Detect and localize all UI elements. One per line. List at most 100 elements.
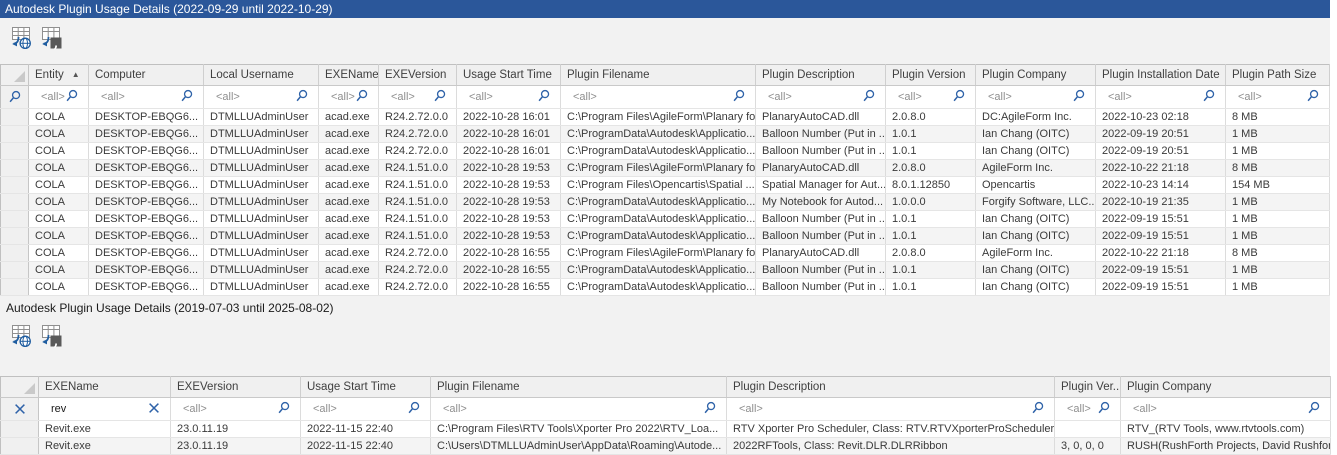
cell-plugin-filename[interactable]: C:\ProgramData\Autodesk\Applicatio... <box>561 228 756 245</box>
cell-plugin-company[interactable]: Ian Chang (OITC) <box>976 211 1096 228</box>
cell-exename[interactable]: Revit.exe <box>39 438 171 455</box>
cell-entity[interactable]: COLA <box>29 279 89 296</box>
filter-input[interactable]: <all> <box>463 86 556 108</box>
cell-usage-start-time[interactable]: 2022-10-28 19:53 <box>457 177 561 194</box>
cell-plugin-company[interactable]: Ian Chang (OITC) <box>976 262 1096 279</box>
filter-cell-exeversion[interactable]: <all> <box>379 86 457 109</box>
column-header-plugin-filename[interactable]: Plugin Filename <box>561 65 756 86</box>
cell-plugin-company[interactable]: AgileForm Inc. <box>976 160 1096 177</box>
cell-local-username[interactable]: DTMLLUAdminUser <box>204 109 319 126</box>
cell-plugin-description[interactable]: Balloon Number (Put in ... <box>756 279 886 296</box>
search-icon[interactable] <box>732 89 746 106</box>
cell-plugin-version[interactable]: 1.0.1 <box>886 126 976 143</box>
cell-entity[interactable]: COLA <box>29 245 89 262</box>
row-indicator[interactable] <box>1 245 29 262</box>
filter-cell-entity[interactable]: <all> <box>29 86 89 109</box>
filter-cell-plugin-filename[interactable]: <all> <box>561 86 756 109</box>
cell-plugin-path-size[interactable]: 8 MB <box>1226 245 1330 262</box>
cell-plugin-installation-date[interactable]: 2022-09-19 15:51 <box>1096 279 1226 296</box>
search-icon[interactable] <box>537 89 551 106</box>
export-table-data-icon[interactable]: , <box>38 323 64 349</box>
cell-local-username[interactable]: DTMLLUAdminUser <box>204 245 319 262</box>
table-row[interactable]: COLADESKTOP-EBQG6...DTMLLUAdminUseracad.… <box>1 160 1330 177</box>
cell-computer[interactable]: DESKTOP-EBQG6... <box>89 245 204 262</box>
cell-plugin-path-size[interactable]: 1 MB <box>1226 194 1330 211</box>
cell-plugin-description[interactable]: RTV Xporter Pro Scheduler, Class: RTV.RT… <box>727 421 1055 438</box>
cell-computer[interactable]: DESKTOP-EBQG6... <box>89 126 204 143</box>
select-all-corner[interactable] <box>1 377 39 398</box>
search-icon[interactable] <box>703 401 717 418</box>
cell-plugin-description[interactable]: Balloon Number (Put in ... <box>756 126 886 143</box>
cell-plugin-version[interactable]: 1.0.1 <box>886 211 976 228</box>
cell-usage-start-time[interactable]: 2022-10-28 19:53 <box>457 211 561 228</box>
filter-input[interactable]: <all> <box>35 86 84 108</box>
search-icon[interactable] <box>277 401 291 418</box>
cell-plugin-description[interactable]: PlanaryAutoCAD.dll <box>756 160 886 177</box>
search-icon[interactable] <box>1097 401 1111 418</box>
clear-all-filters-button[interactable] <box>1 398 39 421</box>
row-indicator[interactable] <box>1 109 29 126</box>
table-row[interactable]: COLADESKTOP-EBQG6...DTMLLUAdminUseracad.… <box>1 177 1330 194</box>
cell-plugin-version[interactable]: 2.0.8.0 <box>886 109 976 126</box>
filter-input[interactable]: <all> <box>307 398 426 420</box>
cell-exename[interactable]: Revit.exe <box>39 421 171 438</box>
filter-input[interactable]: <all> <box>325 86 374 108</box>
cell-usage-start-time[interactable]: 2022-10-28 16:01 <box>457 143 561 160</box>
cell-plugin-installation-date[interactable]: 2022-09-19 15:51 <box>1096 262 1226 279</box>
filter-cell-plugin-filename[interactable]: <all> <box>431 398 727 421</box>
filter-cell-plugin-company[interactable]: <all> <box>976 86 1096 109</box>
cell-plugin-company[interactable]: Ian Chang (OITC) <box>976 143 1096 160</box>
cell-plugin-version[interactable]: 1.0.0.0 <box>886 194 976 211</box>
cell-plugin-path-size[interactable]: 8 MB <box>1226 160 1330 177</box>
column-header-plugin-description[interactable]: Plugin Description <box>756 65 886 86</box>
cell-plugin-path-size[interactable]: 8 MB <box>1226 109 1330 126</box>
filter-cell-computer[interactable]: <all> <box>89 86 204 109</box>
column-header-usage-start-time[interactable]: Usage Start Time <box>301 377 431 398</box>
cell-plugin-version[interactable]: 2.0.8.0 <box>886 160 976 177</box>
search-icon[interactable] <box>952 89 966 106</box>
cell-computer[interactable]: DESKTOP-EBQG6... <box>89 211 204 228</box>
cell-plugin-path-size[interactable]: 1 MB <box>1226 143 1330 160</box>
cell-plugin-path-size[interactable]: 1 MB <box>1226 262 1330 279</box>
table-row[interactable]: COLADESKTOP-EBQG6...DTMLLUAdminUseracad.… <box>1 109 1330 126</box>
cell-computer[interactable]: DESKTOP-EBQG6... <box>89 194 204 211</box>
cell-exename[interactable]: acad.exe <box>319 177 379 194</box>
filter-input[interactable]: <all> <box>1127 398 1326 420</box>
column-header-exename[interactable]: EXEName <box>39 377 171 398</box>
cell-plugin-filename[interactable]: C:\ProgramData\Autodesk\Applicatio... <box>561 279 756 296</box>
cell-usage-start-time[interactable]: 2022-10-28 16:01 <box>457 109 561 126</box>
table-row[interactable]: COLADESKTOP-EBQG6...DTMLLUAdminUseracad.… <box>1 245 1330 262</box>
cell-local-username[interactable]: DTMLLUAdminUser <box>204 194 319 211</box>
cell-exename[interactable]: acad.exe <box>319 279 379 296</box>
cell-plugin-description[interactable]: Balloon Number (Put in ... <box>756 143 886 160</box>
cell-plugin-filename[interactable]: C:\ProgramData\Autodesk\Applicatio... <box>561 194 756 211</box>
cell-usage-start-time[interactable]: 2022-10-28 19:53 <box>457 160 561 177</box>
cell-local-username[interactable]: DTMLLUAdminUser <box>204 160 319 177</box>
cell-computer[interactable]: DESKTOP-EBQG6... <box>89 262 204 279</box>
cell-exename[interactable]: acad.exe <box>319 245 379 262</box>
cell-plugin-installation-date[interactable]: 2022-09-19 20:51 <box>1096 126 1226 143</box>
filter-cell-exename[interactable]: rev <box>39 398 171 421</box>
cell-plugin-company[interactable]: RUSH(RushForth Projects, David Rushforth… <box>1121 438 1331 455</box>
cell-computer[interactable]: DESKTOP-EBQG6... <box>89 143 204 160</box>
row-indicator[interactable] <box>1 421 39 438</box>
search-icon[interactable] <box>295 89 309 106</box>
column-header-plugin-company[interactable]: Plugin Company <box>1121 377 1331 398</box>
column-header-plugin-company[interactable]: Plugin Company <box>976 65 1096 86</box>
cell-plugin-filename[interactable]: C:\Program Files\AgileForm\Planary fo... <box>561 109 756 126</box>
cell-plugin-path-size[interactable]: 1 MB <box>1226 126 1330 143</box>
column-header-plugin-description[interactable]: Plugin Description <box>727 377 1055 398</box>
cell-exename[interactable]: acad.exe <box>319 109 379 126</box>
cell-entity[interactable]: COLA <box>29 160 89 177</box>
cell-plugin-filename[interactable]: C:\ProgramData\Autodesk\Applicatio... <box>561 126 756 143</box>
row-indicator[interactable] <box>1 228 29 245</box>
table-row[interactable]: COLADESKTOP-EBQG6...DTMLLUAdminUseracad.… <box>1 228 1330 245</box>
cell-computer[interactable]: DESKTOP-EBQG6... <box>89 279 204 296</box>
filter-input[interactable]: <all> <box>437 398 722 420</box>
filter-input[interactable]: <all> <box>95 86 199 108</box>
filter-cell-local-username[interactable]: <all> <box>204 86 319 109</box>
row-indicator[interactable] <box>1 262 29 279</box>
search-icon[interactable] <box>180 89 194 106</box>
export-table-web-icon[interactable] <box>8 323 34 349</box>
cell-entity[interactable]: COLA <box>29 143 89 160</box>
